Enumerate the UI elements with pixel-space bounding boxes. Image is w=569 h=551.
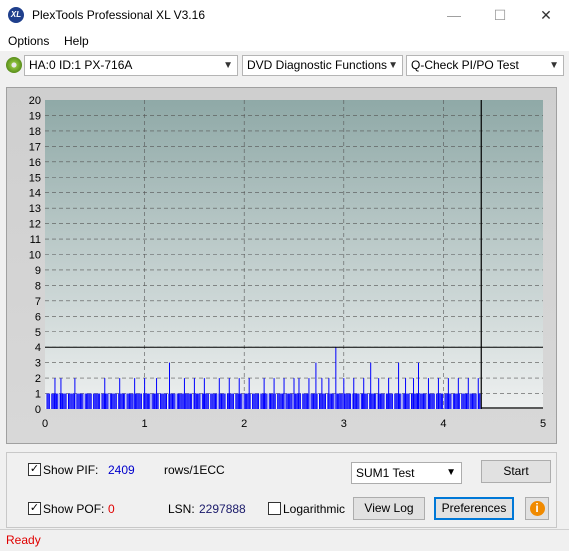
- y-tick-label: 8: [35, 280, 41, 292]
- y-tick-label: 14: [29, 188, 41, 200]
- logarithmic-label: Logarithmic: [283, 502, 346, 516]
- chevron-down-icon: ▼: [388, 60, 398, 71]
- y-tick-label: 7: [35, 296, 41, 308]
- pi-po-chart: 01234567891011121314151617181920 012345: [29, 95, 546, 430]
- y-tick-label: 20: [29, 95, 41, 107]
- view-log-button[interactable]: View Log: [353, 497, 425, 520]
- y-tick-label: 13: [29, 203, 41, 215]
- toolbar: HA:0 ID:1 PX-716A ▼ DVD Diagnostic Funct…: [0, 51, 569, 81]
- y-tick-label: 16: [29, 157, 41, 169]
- y-tick-label: 9: [35, 265, 41, 277]
- function-select[interactable]: DVD Diagnostic Functions ▼: [242, 55, 403, 76]
- title-bar: XL PlexTools Professional XL V3.16 — ☐ ✕: [0, 0, 569, 31]
- x-tick-label: 3: [341, 418, 347, 430]
- bottom-panel: ✓ Show PIF: 2409 rows/1ECC ✓ Show POF: 0…: [6, 452, 557, 528]
- minimize-button[interactable]: —: [431, 0, 477, 31]
- preferences-button[interactable]: Preferences: [434, 497, 514, 520]
- lsn-label: LSN:: [168, 502, 195, 516]
- info-icon: i: [529, 501, 545, 516]
- y-tick-label: 1: [35, 389, 41, 401]
- y-tick-label: 2: [35, 373, 41, 385]
- menu-bar: Options Help: [0, 31, 569, 51]
- x-tick-label: 2: [241, 418, 247, 430]
- app-logo-icon: XL: [8, 7, 24, 23]
- status-bar: Ready: [0, 529, 569, 551]
- chart-panel: 0 1 2 3 4 5 6 7 8 9 10 11 12 13 14 15 16 17 18 19 20 012345: [6, 87, 557, 444]
- y-tick-label: 0: [35, 404, 41, 416]
- y-tick-label: 10: [29, 250, 41, 262]
- sum-test-select[interactable]: SUM1 Test ▼: [351, 462, 462, 484]
- y-tick-label: 11: [30, 234, 41, 246]
- y-tick-label: 4: [35, 342, 41, 354]
- rows-label: rows/1ECC: [164, 463, 225, 477]
- y-tick-label: 15: [29, 172, 41, 184]
- drive-select[interactable]: HA:0 ID:1 PX-716A ▼: [24, 55, 238, 76]
- disc-drive-icon: [6, 57, 22, 73]
- y-tick-label: 3: [35, 358, 41, 370]
- chevron-down-icon: ▼: [446, 467, 456, 478]
- window-title: PlexTools Professional XL V3.16: [32, 8, 205, 22]
- show-pif-label: Show PIF:: [43, 463, 99, 477]
- chevron-down-icon: ▼: [223, 60, 233, 71]
- x-tick-label: 0: [42, 418, 48, 430]
- y-tick-label: 5: [35, 327, 41, 339]
- x-tick-label: 1: [142, 418, 148, 430]
- test-select[interactable]: Q-Check PI/PO Test ▼: [406, 55, 564, 76]
- drive-select-value: HA:0 ID:1 PX-716A: [29, 58, 133, 72]
- test-select-value: Q-Check PI/PO Test: [411, 58, 519, 72]
- y-tick-label: 19: [29, 110, 41, 122]
- info-button[interactable]: i: [525, 497, 549, 520]
- logarithmic-checkbox[interactable]: [268, 502, 281, 515]
- function-select-value: DVD Diagnostic Functions: [247, 58, 388, 72]
- close-button[interactable]: ✕: [523, 0, 569, 31]
- y-tick-label: 18: [29, 126, 41, 138]
- x-tick-label: 5: [540, 418, 546, 430]
- show-pof-label: Show POF:: [43, 502, 105, 516]
- lsn-value: 2297888: [199, 502, 246, 516]
- pof-value: 0: [108, 502, 115, 516]
- pif-value: 2409: [108, 463, 135, 477]
- maximize-button[interactable]: ☐: [477, 0, 523, 31]
- menu-options[interactable]: Options: [8, 34, 49, 48]
- y-tick-label: 6: [35, 311, 41, 323]
- chevron-down-icon: ▼: [549, 60, 559, 71]
- status-text: Ready: [6, 533, 41, 547]
- y-tick-label: 17: [29, 141, 41, 153]
- menu-help[interactable]: Help: [64, 34, 89, 48]
- x-tick-label: 4: [440, 418, 446, 430]
- show-pof-checkbox[interactable]: ✓: [28, 502, 41, 515]
- start-button[interactable]: Start: [481, 460, 551, 483]
- sum-test-value: SUM1 Test: [356, 466, 415, 480]
- show-pif-checkbox[interactable]: ✓: [28, 463, 41, 476]
- y-tick-label: 12: [29, 219, 41, 231]
